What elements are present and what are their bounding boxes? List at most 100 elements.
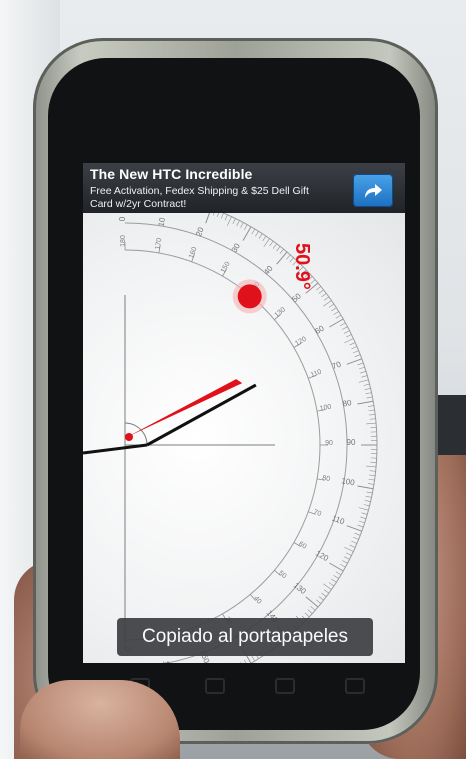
protractor-tick xyxy=(328,303,335,308)
protractor-tick xyxy=(305,596,319,608)
protractor-tick xyxy=(276,246,281,252)
scale-label-inner: 80 xyxy=(322,475,331,483)
scale-label-inner: 50 xyxy=(277,570,288,580)
drag-handle-knob[interactable] xyxy=(237,284,262,309)
scale-label-outer: 80 xyxy=(342,398,353,409)
protractor-tick xyxy=(358,520,365,524)
protractor-tick xyxy=(365,392,372,395)
protractor-tick xyxy=(365,495,372,498)
protractor-tick xyxy=(335,314,342,319)
protractor-tick xyxy=(258,233,263,239)
ad-share-button[interactable] xyxy=(353,174,393,207)
protractor-tick xyxy=(315,599,322,604)
scale-label-outer: 110 xyxy=(331,514,347,527)
protractor-tick xyxy=(357,524,364,528)
scale-label-inner: 70 xyxy=(312,509,322,518)
protractor-tick xyxy=(262,235,267,242)
protractor-tick xyxy=(263,238,270,247)
protractor-tick xyxy=(368,478,375,481)
ad-title: The New HTC Incredible xyxy=(90,166,253,182)
protractor-tick xyxy=(366,422,377,425)
scale-label-inner: 130 xyxy=(274,306,288,319)
protractor-tick xyxy=(323,583,332,590)
protractor-tick xyxy=(224,214,228,221)
scale-label-inner: 60 xyxy=(297,541,307,551)
protractor-tick xyxy=(364,500,371,502)
scale-label-inner: 170 xyxy=(154,237,163,250)
protractor-tick xyxy=(352,536,359,540)
protractor-tick xyxy=(367,405,374,407)
protractor-tick xyxy=(331,578,337,583)
home-key-icon[interactable] xyxy=(275,678,295,694)
scale-label-outer: 70 xyxy=(331,359,343,371)
protractor-tick xyxy=(346,525,362,532)
protractor-tick xyxy=(363,504,370,507)
protractor-tick xyxy=(349,544,356,548)
scale-label-outer: 60 xyxy=(313,323,326,336)
protractor-tick xyxy=(318,289,324,294)
protractor[interactable]: 0102030405060708090100110120130140150160… xyxy=(83,213,405,663)
protractor-tick xyxy=(361,375,368,378)
angle-line xyxy=(146,383,257,447)
protractor-tick xyxy=(331,307,337,312)
protractor-tick xyxy=(328,582,335,587)
protractor-tick xyxy=(323,589,330,594)
protractor-tick xyxy=(354,354,361,358)
protractor-tick xyxy=(323,300,332,307)
scale-label-outer: 30 xyxy=(230,241,243,254)
protractor-tick xyxy=(342,560,348,564)
protractor-tick xyxy=(363,383,370,386)
scale-label-outer: 10 xyxy=(157,216,168,227)
scale-label-outer: 20 xyxy=(194,226,206,238)
protractor-tick xyxy=(344,556,350,560)
protractor-tick xyxy=(227,216,232,226)
protractor-tick xyxy=(255,231,259,237)
scale-label-inner: 160 xyxy=(188,246,199,259)
protractor-tick xyxy=(369,418,376,420)
protractor-tick xyxy=(351,540,358,544)
protractor-tick xyxy=(369,470,376,472)
protractor-tick xyxy=(269,240,274,247)
scale-label-outer: 130 xyxy=(292,581,308,597)
scale-label-inner: 180 xyxy=(120,235,127,247)
protractor-tick xyxy=(220,213,224,219)
scale-label-inner: 40 xyxy=(252,595,262,606)
protractor-tick xyxy=(345,552,352,556)
scale-label-inner: 90 xyxy=(325,440,333,447)
protractor-tick xyxy=(318,596,324,601)
scale-label-inner: 150 xyxy=(220,261,232,275)
protractor-tick xyxy=(360,371,367,374)
protractor-tick xyxy=(205,213,210,224)
protractor-tick xyxy=(346,358,362,365)
protractor-tick xyxy=(251,228,256,235)
protractor-tick xyxy=(360,516,367,519)
protractor-tick xyxy=(272,243,277,249)
search-key-icon[interactable] xyxy=(345,678,365,694)
protractor-tick xyxy=(366,396,373,399)
protractor-tick xyxy=(236,220,240,226)
protractor-tick xyxy=(212,213,215,216)
protractor-tick xyxy=(276,251,288,265)
phone-screen: 0102030405060708090100110120130140150160… xyxy=(83,163,405,663)
ad-text-line-2: Card w/2yr Contract! xyxy=(90,198,187,210)
protractor-tick xyxy=(357,400,374,405)
protractor-tick xyxy=(357,485,374,490)
protractor-tick xyxy=(279,248,284,255)
scale-label-inner: 100 xyxy=(319,404,332,413)
protractor-tick xyxy=(333,575,339,579)
scale-label-outer: 50 xyxy=(290,291,303,304)
ad-banner[interactable]: The New HTC Incredible Free Activation, … xyxy=(83,163,405,213)
menu-key-icon[interactable] xyxy=(205,678,225,694)
protractor-tick xyxy=(240,662,242,663)
angle-base-line xyxy=(83,443,148,455)
protractor-tick xyxy=(321,592,327,597)
protractor-tick xyxy=(366,465,377,468)
protractor-tick xyxy=(251,655,256,662)
needle-pivot xyxy=(125,433,133,441)
scale-label-outer: 170 xyxy=(161,660,172,663)
toast-message: Copiado al portapapeles xyxy=(117,618,373,656)
scale-label-outer: 40 xyxy=(262,264,275,277)
protractor-tick xyxy=(364,388,371,390)
protractor-tick xyxy=(358,379,369,383)
protractor-tick xyxy=(335,571,342,576)
